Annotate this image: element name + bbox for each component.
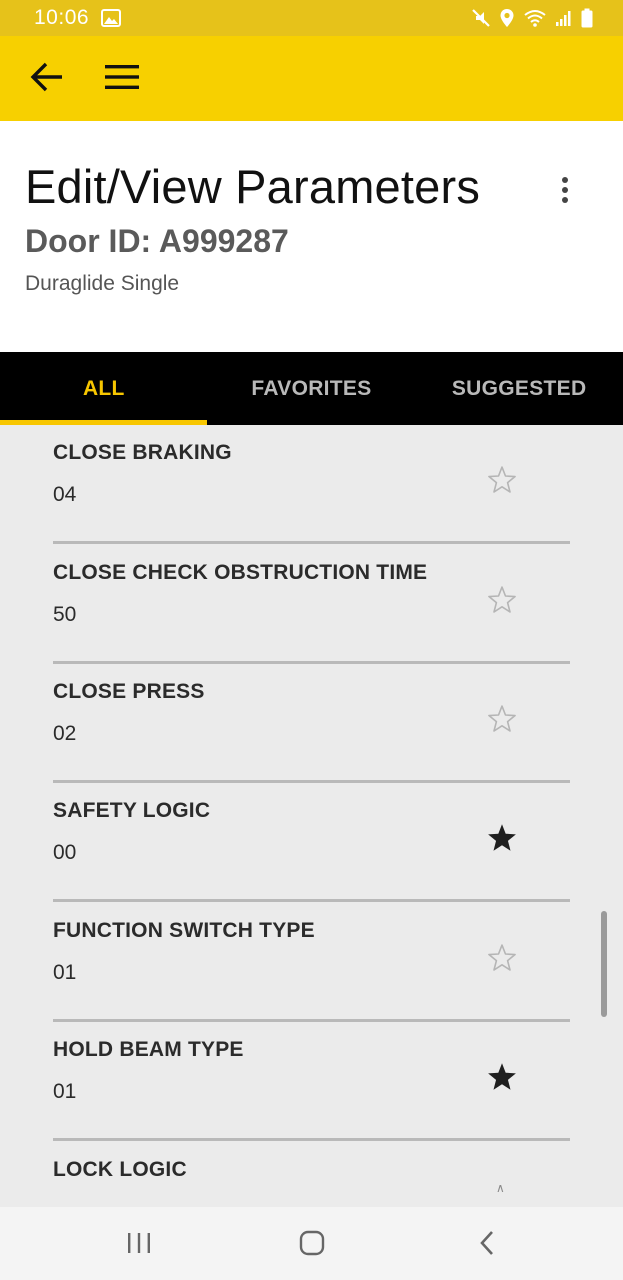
- parameter-name: CLOSE CHECK OBSTRUCTION TIME: [53, 561, 428, 584]
- favorite-toggle[interactable]: [483, 463, 521, 501]
- parameter-name: FUNCTION SWITCH TYPE: [53, 919, 315, 942]
- favorite-toggle[interactable]: [483, 702, 521, 740]
- list-item[interactable]: CLOSE CHECK OBSTRUCTION TIME 50: [53, 545, 570, 664]
- location-icon: [499, 8, 515, 28]
- divider: [53, 1138, 570, 1141]
- home-button[interactable]: [292, 1225, 332, 1265]
- parameter-value: 02: [53, 722, 77, 745]
- tab-all[interactable]: ALL: [0, 352, 208, 425]
- tab-bar: ALL FAVORITES SUGGESTED: [0, 352, 623, 425]
- list-item[interactable]: LOCK LOGIC: [53, 1142, 570, 1207]
- list-item[interactable]: HOLD BEAM TYPE 01: [53, 1022, 570, 1141]
- door-id: Door ID: A999287: [25, 223, 289, 259]
- tab-label: ALL: [82, 376, 125, 400]
- list-item[interactable]: CLOSE PRESS 02: [53, 664, 570, 783]
- home-icon: [298, 1229, 326, 1262]
- back-button[interactable]: [26, 58, 68, 100]
- parameter-value: 01: [53, 961, 77, 984]
- parameter-value: 01: [53, 1080, 77, 1103]
- status-right: [471, 8, 593, 28]
- hamburger-menu-icon: [104, 64, 140, 95]
- tab-favorites[interactable]: FAVORITES: [208, 352, 416, 425]
- parameter-name: LOCK LOGIC: [53, 1158, 187, 1181]
- favorite-toggle[interactable]: [483, 1060, 521, 1098]
- favorite-toggle[interactable]: [483, 821, 521, 859]
- battery-icon: [581, 8, 593, 28]
- tab-label: SUGGESTED: [451, 376, 587, 400]
- signal-icon: [555, 9, 573, 27]
- favorite-toggle[interactable]: [483, 583, 521, 621]
- star-outline-icon: [486, 584, 518, 621]
- parameter-value: 04: [53, 483, 77, 506]
- star-outline-icon: [486, 942, 518, 979]
- recent-apps-button[interactable]: [119, 1225, 159, 1265]
- status-time: 10:06: [34, 6, 90, 29]
- tab-label: FAVORITES: [251, 376, 372, 400]
- door-model: Duraglide Single: [25, 272, 180, 295]
- caret-up-icon: ∧: [496, 1181, 505, 1195]
- divider: [53, 541, 570, 544]
- favorite-toggle[interactable]: [483, 941, 521, 979]
- scrollbar[interactable]: [601, 911, 607, 1017]
- parameter-list[interactable]: CLOSE BRAKING 04 CLOSE CHECK OBSTRUCTION…: [0, 425, 623, 1207]
- parameter-value: 50: [53, 603, 77, 626]
- parameter-name: CLOSE PRESS: [53, 680, 205, 703]
- page-header: Edit/View Parameters Door ID: A999287 Du…: [0, 121, 623, 352]
- app-bar: [0, 36, 623, 121]
- star-filled-icon: [485, 821, 519, 860]
- parameter-name: CLOSE BRAKING: [53, 441, 232, 464]
- menu-button[interactable]: [101, 58, 143, 100]
- recent-apps-icon: [126, 1231, 152, 1260]
- system-nav-bar: [0, 1207, 623, 1280]
- tab-suggested[interactable]: SUGGESTED: [415, 352, 623, 425]
- system-back-button[interactable]: [467, 1225, 507, 1265]
- status-left: 10:06: [34, 6, 122, 30]
- star-filled-icon: [485, 1060, 519, 1099]
- arrow-left-icon: [30, 62, 64, 97]
- status-bar: 10:06: [0, 0, 623, 36]
- list-item[interactable]: CLOSE BRAKING 04: [53, 425, 570, 544]
- list-item[interactable]: SAFETY LOGIC 00: [53, 783, 570, 902]
- list-item[interactable]: FUNCTION SWITCH TYPE 01: [53, 903, 570, 1022]
- parameter-name: HOLD BEAM TYPE: [53, 1038, 244, 1061]
- star-outline-icon: [486, 464, 518, 501]
- star-outline-icon: [486, 703, 518, 740]
- image-notification-icon: [101, 9, 122, 27]
- vertical-dots-icon: [561, 176, 569, 209]
- more-options-button[interactable]: [548, 173, 582, 211]
- mute-icon: [471, 8, 491, 28]
- divider: [53, 899, 570, 902]
- parameter-name: SAFETY LOGIC: [53, 799, 211, 822]
- parameter-value: 00: [53, 841, 77, 864]
- wifi-icon: [523, 8, 547, 28]
- page-title: Edit/View Parameters: [25, 160, 481, 213]
- chevron-left-icon: [477, 1229, 497, 1262]
